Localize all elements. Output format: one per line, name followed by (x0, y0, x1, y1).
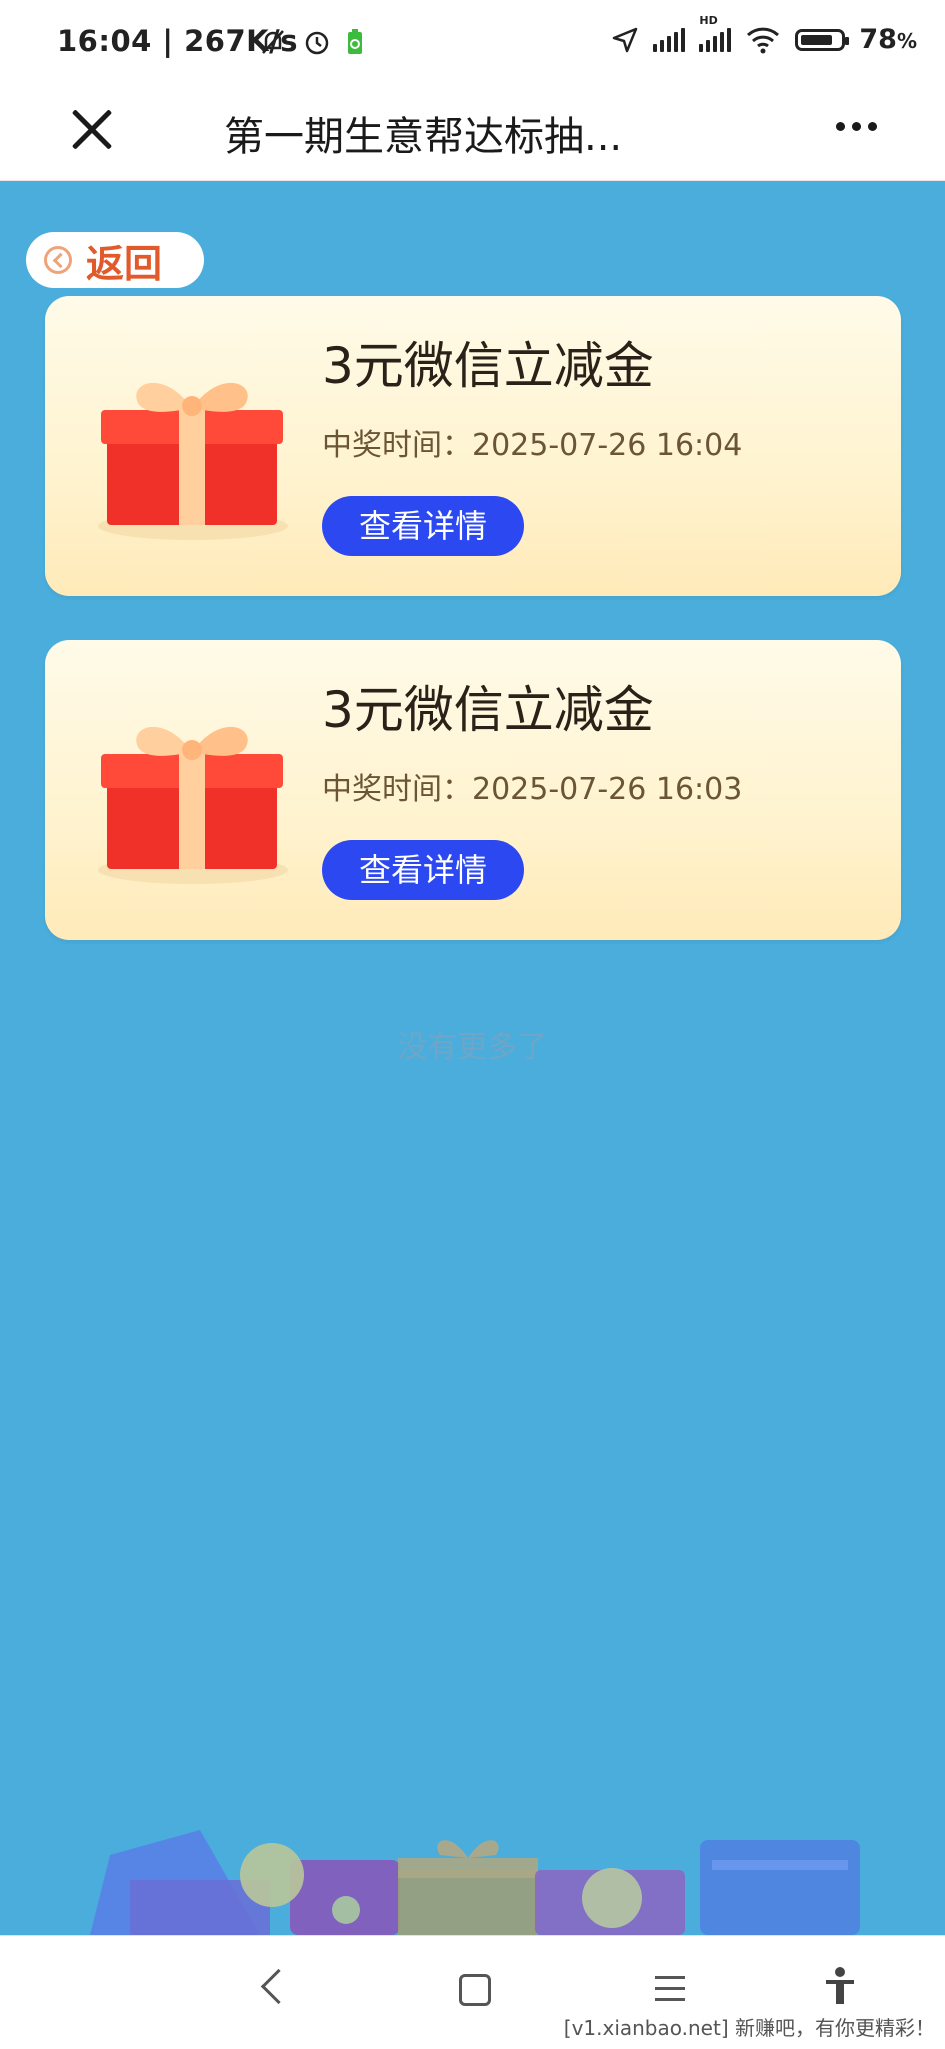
accessibility-icon[interactable] (822, 1966, 858, 2006)
hd-signal-icon: HD (699, 14, 732, 52)
decorative-gifts-illustration (90, 1830, 860, 1935)
prize-card: 3元微信立减金 中奖时间：2025-07-26 16:03 查看详情 (45, 640, 901, 940)
system-nav-bar: [v1.xianbao.net] 新赚吧，有你更精彩！ (0, 1935, 945, 2049)
win-time: 中奖时间：2025-07-26 16:03 (322, 772, 743, 807)
status-bar: 16:04 | 267K/s HD 78% (0, 0, 945, 86)
signal-icon (653, 27, 686, 52)
nav-menu-icon[interactable] (655, 1976, 685, 2009)
nav-home-icon[interactable] (459, 1974, 491, 2006)
mute-bell-icon (262, 30, 284, 54)
prize-name: 3元微信立减金 (322, 337, 654, 395)
status-left-icons (258, 27, 364, 57)
more-icon[interactable] (836, 122, 877, 131)
no-more-text: 没有更多了 (397, 1030, 548, 1065)
gift-box-icon (98, 726, 288, 884)
page-title: 第一期生意帮达标抽... (224, 114, 623, 160)
back-circle-icon (44, 246, 72, 274)
nav-back-icon[interactable] (260, 1968, 297, 2005)
close-icon[interactable] (62, 100, 122, 160)
prize-name: 3元微信立减金 (322, 681, 654, 739)
back-label: 返回 (86, 241, 163, 286)
wifi-icon (747, 27, 780, 53)
watermark-text: [v1.xianbao.net] 新赚吧，有你更精彩！ (563, 2012, 935, 2041)
gift-box-icon (98, 382, 288, 540)
battery-icon (795, 28, 850, 51)
view-details-button[interactable]: 查看详情 (322, 496, 524, 556)
title-bar: 第一期生意帮达标抽... (0, 86, 945, 181)
status-right-icons: HD 78% (611, 14, 917, 55)
prize-card: 3元微信立减金 中奖时间：2025-07-26 16:04 查看详情 (45, 296, 901, 596)
win-time: 中奖时间：2025-07-26 16:04 (322, 428, 743, 463)
hd-label: HD (699, 13, 718, 27)
battery-saver-icon (348, 29, 362, 54)
alarm-icon (305, 31, 329, 55)
back-button[interactable]: 返回 (26, 232, 204, 288)
battery-percent: 78% (859, 24, 917, 55)
view-details-button[interactable]: 查看详情 (322, 840, 524, 900)
location-arrow-icon (613, 27, 638, 52)
